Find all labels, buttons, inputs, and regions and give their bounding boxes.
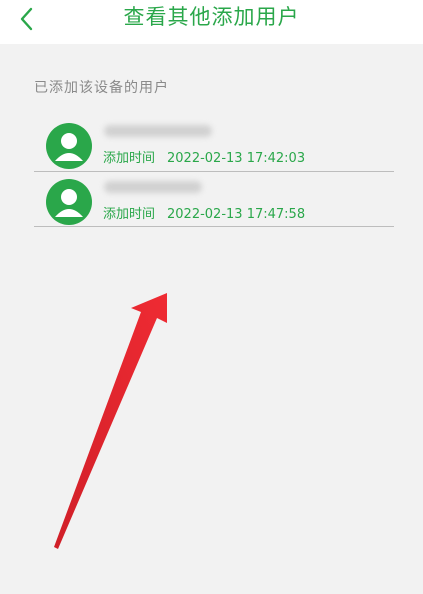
- page-title: 查看其他添加用户: [123, 5, 300, 29]
- title-bar: 查看其他添加用户: [0, 0, 423, 44]
- added-time: 添加时间 2022-02-13 17:42:03: [103, 150, 305, 168]
- added-time-label: 添加时间: [103, 207, 156, 222]
- blurred-username: [104, 181, 202, 193]
- blurred-username: [104, 125, 212, 137]
- user-avatar-icon: [46, 179, 92, 225]
- user-list: 添加时间 2022-02-13 17:42:03 添加时间 2022-02-13 1…: [34, 116, 394, 227]
- user-list-item[interactable]: 添加时间 2022-02-13 17:42:03: [34, 116, 394, 172]
- added-time-value: 2022-02-13 17:42:03: [167, 151, 306, 166]
- added-time: 添加时间 2022-02-13 17:47:58: [103, 206, 305, 224]
- section-label: 已添加该设备的用户: [34, 80, 169, 96]
- user-list-item[interactable]: 添加时间 2022-02-13 17:47:58: [34, 172, 394, 227]
- added-time-label: 添加时间: [103, 151, 156, 166]
- added-time-value: 2022-02-13 17:47:58: [167, 207, 306, 222]
- user-avatar-icon: [46, 123, 92, 169]
